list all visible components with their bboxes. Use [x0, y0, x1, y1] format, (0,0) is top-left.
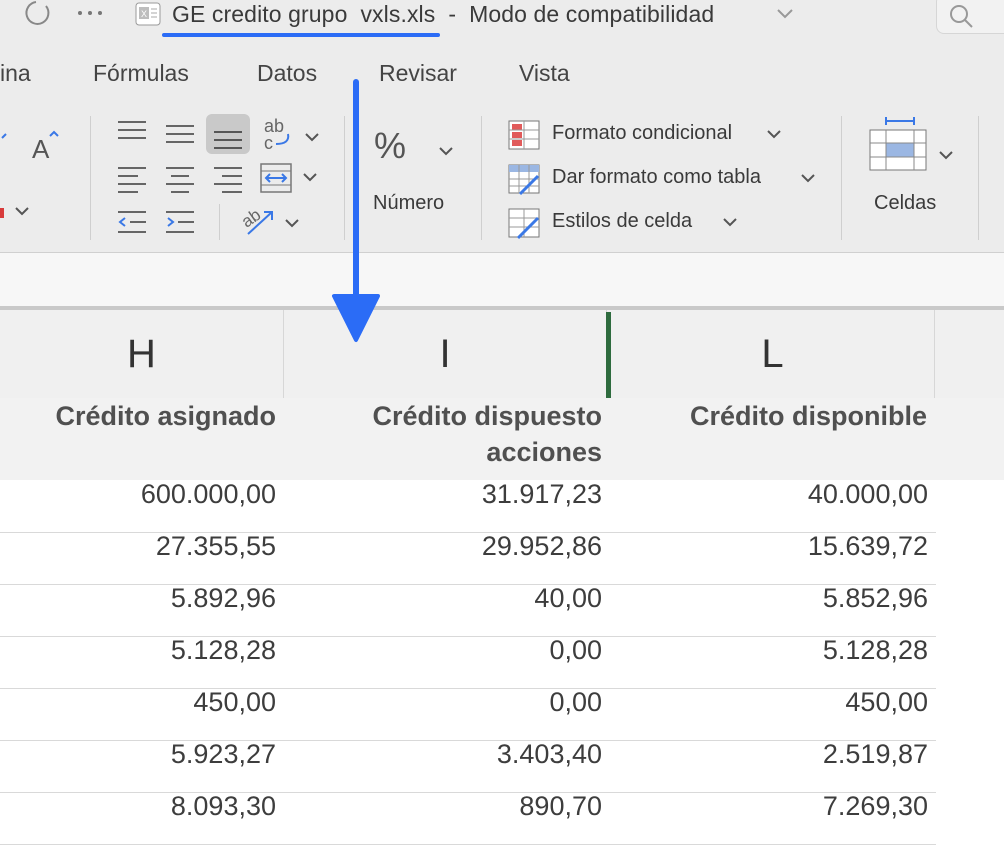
wrap-text-icon[interactable]: ab c — [262, 116, 322, 152]
decrease-indent-icon[interactable] — [116, 210, 148, 234]
search-box[interactable] — [936, 0, 1004, 34]
selected-column-border — [606, 312, 611, 400]
cell-l[interactable]: 5.852,96 — [611, 584, 928, 612]
compatibility-mode: Modo de compatibilidad — [469, 1, 715, 27]
font-size-icon[interactable]: A — [0, 126, 66, 166]
column-header-h[interactable]: H — [0, 310, 284, 398]
cell-i[interactable]: 0,00 — [284, 636, 602, 664]
more-icon[interactable] — [76, 8, 106, 18]
table-row: 5.128,28 0,00 5.128,28 — [0, 636, 936, 689]
cell-styles-icon — [508, 208, 540, 240]
svg-text:ab: ab — [240, 205, 264, 231]
format-as-table-button[interactable]: Dar formato como tabla — [552, 166, 761, 189]
conditional-format-button[interactable]: Formato condicional — [552, 122, 732, 145]
cell-l[interactable]: 5.128,28 — [611, 636, 928, 664]
cell-styles-button[interactable]: Estilos de celda — [552, 210, 692, 233]
header-credito-dispuesto[interactable]: Crédito dispuesto acciones — [284, 398, 602, 470]
window-title[interactable]: GE credito grupo vxls.xls - Modo de comp… — [172, 0, 714, 28]
cell-h[interactable]: 450,00 — [0, 688, 276, 716]
table-row: 5.892,96 40,00 5.852,96 — [0, 584, 936, 637]
align-bottom-icon[interactable] — [212, 122, 244, 150]
svg-text:%: % — [374, 125, 406, 166]
increase-indent-icon[interactable] — [164, 210, 196, 234]
cell-i[interactable]: 3.403,40 — [284, 740, 602, 768]
cell-i[interactable]: 890,70 — [284, 792, 602, 820]
cell-h[interactable]: 5.923,27 — [0, 740, 276, 768]
ribbon-toolbar: A ab c ab % Número Formato condicional D… — [0, 106, 1004, 252]
header-credito-dispuesto-line1: Crédito dispuesto — [372, 401, 602, 431]
ribbon-tabs: ina Fórmulas Datos Revisar Vista — [0, 40, 1004, 106]
number-format-label[interactable]: Número — [373, 192, 444, 215]
table-header-row: Crédito asignado Crédito dispuesto accio… — [0, 398, 1004, 480]
cells-icon[interactable] — [868, 116, 958, 182]
align-left-icon[interactable] — [116, 164, 148, 194]
format-as-table-label: Dar formato como tabla — [552, 166, 761, 188]
cell-l[interactable]: 7.269,30 — [611, 792, 928, 820]
chevron-down-icon[interactable] — [798, 170, 818, 186]
chevron-down-icon[interactable] — [720, 214, 740, 230]
refresh-icon[interactable] — [20, 0, 52, 30]
conditional-format-label: Formato condicional — [552, 122, 733, 144]
percent-format-icon[interactable]: % — [372, 120, 462, 180]
align-top-icon[interactable] — [116, 118, 148, 146]
column-header-l[interactable]: L — [611, 310, 935, 398]
ribbon-separator — [219, 204, 220, 240]
cell-h[interactable]: 27.355,55 — [0, 532, 276, 560]
search-icon — [950, 5, 973, 28]
title-separator: - — [448, 1, 457, 27]
title-highlight-underline — [162, 33, 440, 37]
align-horizontal-center-icon[interactable] — [164, 164, 196, 194]
cell-h[interactable]: 5.128,28 — [0, 636, 276, 664]
font-color-icon[interactable] — [0, 198, 34, 228]
table-row: 8.093,30 890,70 7.269,30 — [0, 792, 936, 845]
column-headers: H I L — [0, 310, 1004, 399]
cell-styles-label: Estilos de celda — [552, 210, 693, 232]
formula-bar[interactable] — [0, 252, 1004, 309]
cell-h[interactable]: 5.892,96 — [0, 584, 276, 612]
ribbon-separator — [841, 116, 842, 240]
cells-label[interactable]: Celdas — [874, 192, 936, 215]
ribbon-separator — [90, 116, 91, 240]
align-right-icon[interactable] — [212, 164, 244, 194]
header-credito-asignado[interactable]: Crédito asignado — [0, 398, 276, 434]
ribbon-separator — [481, 116, 482, 240]
cell-l[interactable]: 15.639,72 — [611, 532, 928, 560]
conditional-format-icon — [508, 120, 540, 150]
column-header-i[interactable]: I — [284, 310, 607, 398]
cell-l[interactable]: 40.000,00 — [611, 480, 928, 508]
merge-cells-icon[interactable] — [260, 162, 322, 194]
chevron-down-icon[interactable] — [764, 126, 784, 142]
cell-i[interactable]: 29.952,86 — [284, 532, 602, 560]
tab-disposicion-pagina[interactable]: ina — [0, 58, 31, 88]
title-bar: X GE credito grupo vxls.xls - Modo de co… — [0, 0, 1004, 40]
cell-i[interactable]: 31.917,23 — [284, 480, 602, 508]
ribbon-separator — [978, 116, 979, 240]
cell-h[interactable]: 8.093,30 — [0, 792, 276, 820]
svg-text:X: X — [141, 9, 147, 19]
tab-vista[interactable]: Vista — [519, 58, 570, 88]
ribbon-separator — [344, 116, 345, 240]
file-name: GE credito grupo vxls.xls — [172, 1, 436, 27]
cell-i[interactable]: 40,00 — [284, 584, 602, 612]
table-row: 450,00 0,00 450,00 — [0, 688, 936, 741]
header-credito-dispuesto-line2: acciones — [486, 437, 602, 467]
excel-file-icon: X — [135, 2, 161, 26]
tab-formulas[interactable]: Fórmulas — [93, 58, 189, 88]
svg-text:c: c — [264, 133, 273, 152]
table-row: 600.000,00 31.917,23 40.000,00 — [0, 480, 936, 533]
cell-h[interactable]: 600.000,00 — [0, 480, 276, 508]
chevron-down-icon[interactable] — [776, 6, 794, 20]
cell-l[interactable]: 2.519,87 — [611, 740, 928, 768]
text-orientation-icon[interactable]: ab — [240, 202, 302, 238]
align-center-icon[interactable] — [164, 118, 196, 146]
table-row: 27.355,55 29.952,86 15.639,72 — [0, 532, 936, 585]
table-row: 5.923,27 3.403,40 2.519,87 — [0, 740, 936, 793]
format-as-table-icon — [508, 164, 540, 196]
cell-i[interactable]: 0,00 — [284, 688, 602, 716]
tab-datos[interactable]: Datos — [257, 58, 317, 88]
cell-l[interactable]: 450,00 — [611, 688, 928, 716]
svg-text:A: A — [32, 134, 50, 164]
tab-revisar[interactable]: Revisar — [379, 58, 457, 88]
header-credito-disponible[interactable]: Crédito disponible — [611, 398, 927, 434]
